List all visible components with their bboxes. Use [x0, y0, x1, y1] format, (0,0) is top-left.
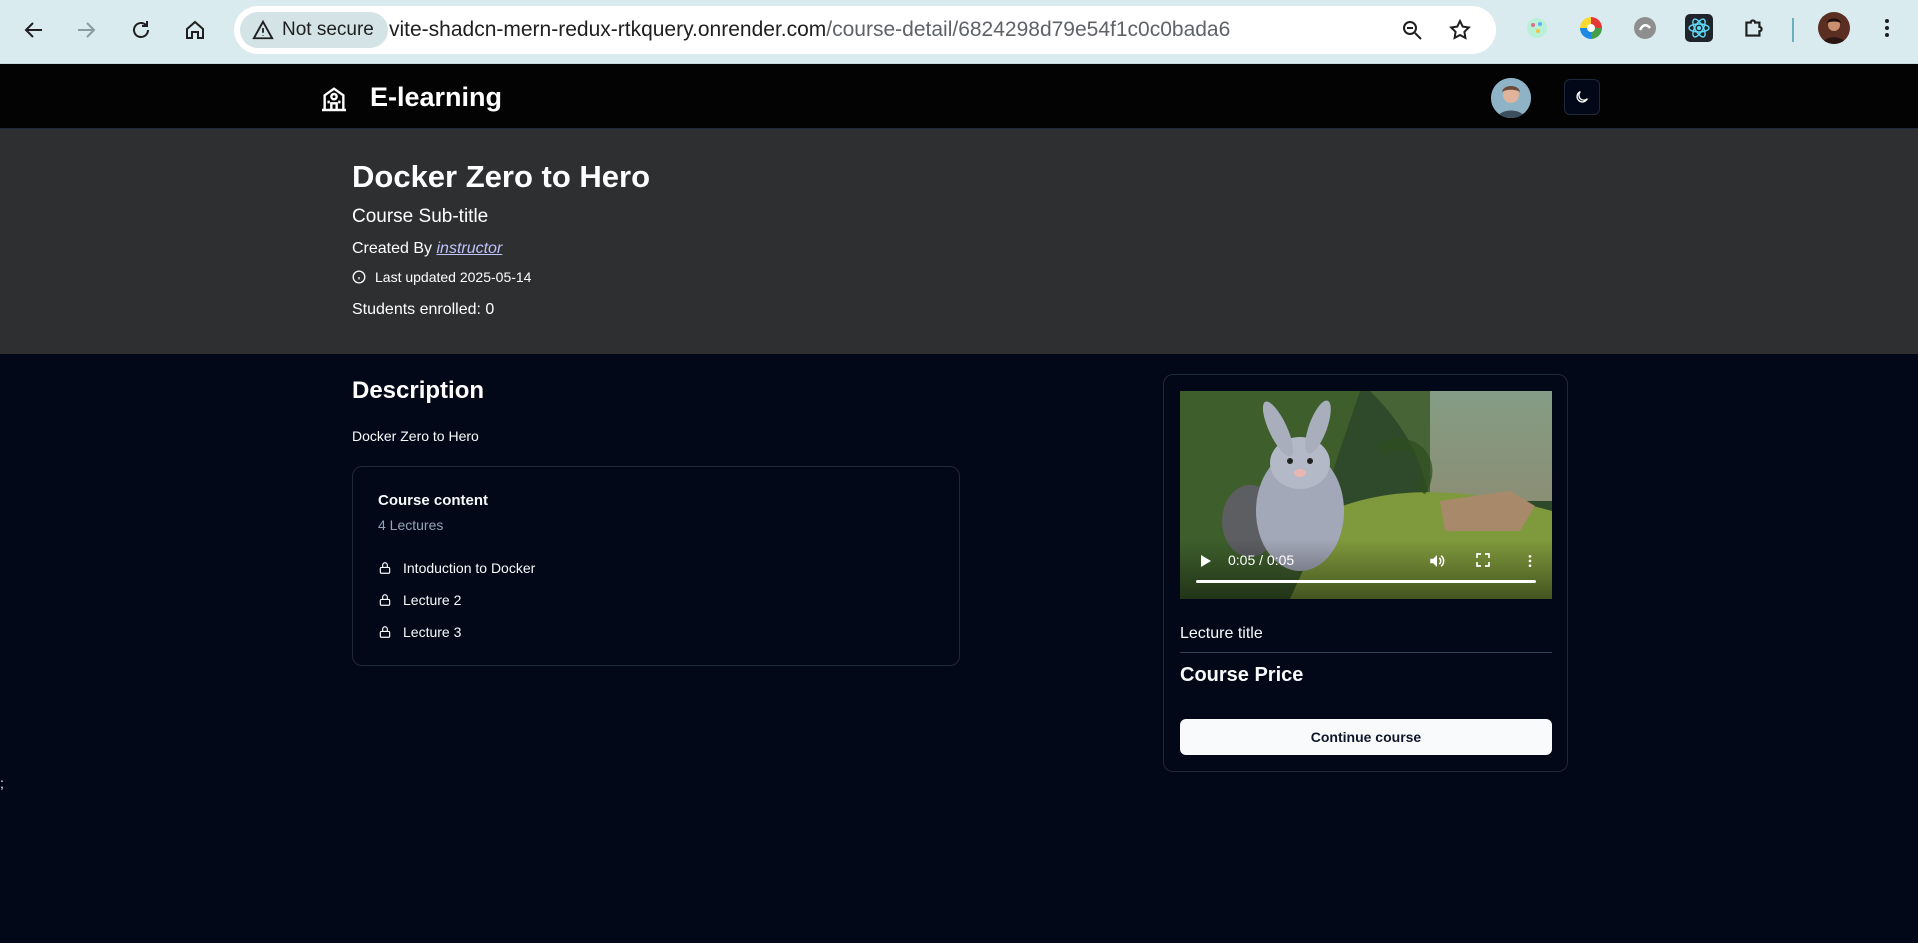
course-subtitle: Course Sub-title — [352, 206, 489, 227]
browser-toolbar: Not secure vite-shadcn-mern-redux-rtkque… — [0, 0, 1918, 64]
extension-dots-icon[interactable] — [1523, 14, 1551, 42]
reload-icon — [133, 21, 149, 38]
lecture-label: Lecture 3 — [403, 624, 462, 640]
students-enrolled: Students enrolled: 0 — [352, 301, 495, 318]
fullscreen-icon[interactable] — [1475, 552, 1491, 568]
security-label: Not secure — [282, 19, 374, 40]
purchase-card: 0:05 / 0:05 Lecture title Course Price C… — [1163, 374, 1568, 772]
lecture-label: Intoduction to Docker — [403, 560, 536, 576]
brand-name[interactable]: E-learning — [370, 82, 502, 113]
zoom-icon[interactable] — [1400, 18, 1424, 42]
info-icon — [352, 270, 366, 284]
user-avatar[interactable] — [1491, 78, 1531, 118]
play-icon[interactable] — [1200, 554, 1212, 568]
url-host: vite-shadcn-mern-redux-rtkquery.onrender… — [389, 18, 827, 41]
grey-extension-icon[interactable] — [1631, 14, 1659, 42]
lecture-item[interactable]: Intoduction to Docker — [378, 558, 535, 578]
arrow-right-icon — [78, 22, 96, 38]
lock-icon — [379, 626, 391, 638]
course-hero: Docker Zero to Hero Course Sub-title Cre… — [0, 129, 1918, 354]
course-title: Docker Zero to Hero — [352, 159, 651, 194]
lock-icon — [379, 594, 391, 606]
description-text: Docker Zero to Hero — [352, 428, 479, 444]
last-updated-text: Last updated 2025-05-14 — [375, 269, 532, 285]
continue-course-button[interactable]: Continue course — [1180, 719, 1552, 755]
description-heading: Description — [352, 377, 485, 404]
volume-icon[interactable] — [1428, 552, 1446, 570]
address-bar[interactable]: Not secure vite-shadcn-mern-redux-rtkque… — [234, 6, 1496, 54]
course-content-card: Course content 4 Lectures Intoduction to… — [352, 466, 960, 666]
back-button[interactable] — [14, 10, 54, 50]
school-icon[interactable] — [318, 82, 350, 114]
created-by-label: Created By — [352, 240, 437, 257]
url-path: /course-detail/6824298d79e54f1c0c0bada6 — [826, 18, 1231, 41]
stray-text: ; — [0, 775, 4, 791]
home-icon — [186, 20, 204, 39]
security-chip[interactable]: Not secure — [240, 12, 388, 48]
course-price: Course Price — [1180, 664, 1304, 686]
browser-menu-icon[interactable] — [1873, 14, 1901, 42]
reload-button[interactable] — [121, 10, 161, 50]
video-player[interactable]: 0:05 / 0:05 — [1180, 391, 1552, 599]
url-text[interactable]: vite-shadcn-mern-redux-rtkquery.onrender… — [389, 18, 1230, 42]
toolbar-divider — [1792, 18, 1794, 42]
instructor-link[interactable]: instructor — [436, 240, 502, 257]
star-icon[interactable] — [1448, 18, 1472, 42]
lecture-item[interactable]: Lecture 3 — [378, 622, 461, 642]
lecture-title: Lecture title — [1180, 625, 1263, 642]
react-devtools-icon[interactable] — [1685, 14, 1713, 42]
course-content-title: Course content — [378, 492, 489, 509]
extensions-puzzle-icon[interactable] — [1740, 14, 1768, 42]
last-updated: Last updated 2025-05-14 — [352, 269, 531, 285]
color-wheel-icon[interactable] — [1577, 14, 1605, 42]
video-time: 0:05 / 0:05 — [1228, 552, 1295, 568]
created-by: Created By instructor — [352, 240, 502, 258]
video-progress-bar[interactable] — [1196, 580, 1536, 583]
app-navbar: E-learning — [0, 64, 1918, 129]
lecture-count: 4 Lectures — [378, 517, 444, 533]
lock-icon — [379, 562, 391, 574]
video-controls: 0:05 / 0:05 — [1180, 539, 1552, 599]
lecture-label: Lecture 2 — [403, 592, 462, 608]
theme-toggle-button[interactable] — [1564, 79, 1600, 115]
forward-button[interactable] — [66, 10, 106, 50]
moon-icon — [1576, 91, 1588, 103]
arrow-left-icon — [24, 22, 42, 38]
warning-icon — [252, 19, 274, 40]
video-more-icon[interactable] — [1522, 552, 1538, 570]
separator — [1180, 652, 1552, 653]
home-button[interactable] — [175, 10, 215, 50]
profile-avatar[interactable] — [1818, 12, 1850, 44]
lecture-item[interactable]: Lecture 2 — [378, 590, 461, 610]
